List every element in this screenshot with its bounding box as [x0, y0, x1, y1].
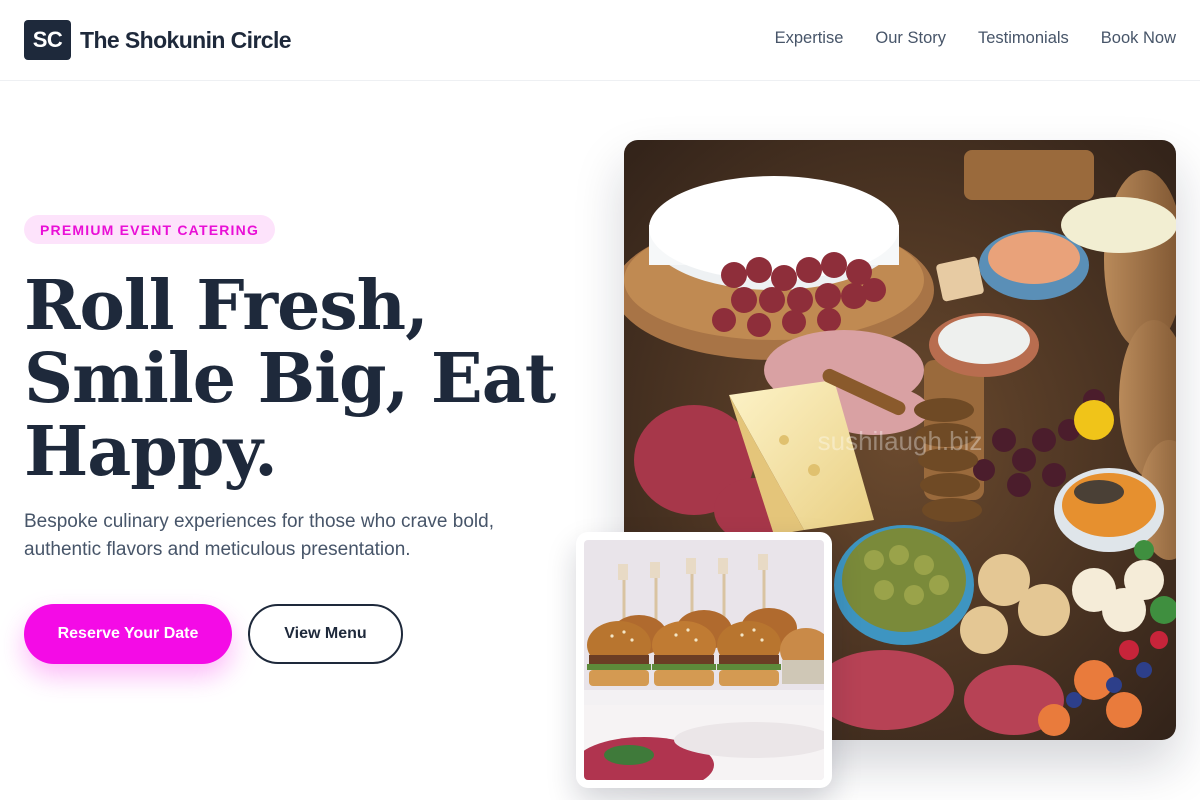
- brand-name: The Shokunin Circle: [80, 26, 292, 53]
- mini-burgers-image: [584, 540, 824, 780]
- nav-link-expertise[interactable]: Expertise: [775, 29, 844, 48]
- main-nav: Expertise Our Story Testimonials Book No…: [775, 29, 1176, 48]
- site-header: SC The Shokunin Circle Expertise Our Sto…: [0, 0, 1200, 81]
- headline-line-3: Happy.: [24, 412, 278, 492]
- reserve-date-button[interactable]: Reserve Your Date: [24, 604, 232, 664]
- logo-mark: SC: [24, 20, 71, 60]
- category-badge: PREMIUM EVENT CATERING: [24, 215, 276, 244]
- nav-link-our-story[interactable]: Our Story: [875, 29, 946, 48]
- sliders-image-frame: [576, 532, 832, 788]
- headline-line-2: Smile Big, Eat: [24, 339, 556, 419]
- brand-logo[interactable]: SC The Shokunin Circle: [24, 20, 292, 60]
- image-watermark: sushilaugh.biz: [818, 426, 983, 456]
- nav-link-testimonials[interactable]: Testimonials: [978, 29, 1069, 48]
- nav-link-book-now[interactable]: Book Now: [1101, 29, 1176, 48]
- view-menu-button[interactable]: View Menu: [248, 604, 403, 664]
- hero-headline: Roll Fresh, Smile Big, Eat Happy.: [24, 270, 584, 489]
- hero-subtitle: Bespoke culinary experiences for those w…: [24, 511, 494, 560]
- headline-line-1: Roll Fresh,: [24, 266, 429, 346]
